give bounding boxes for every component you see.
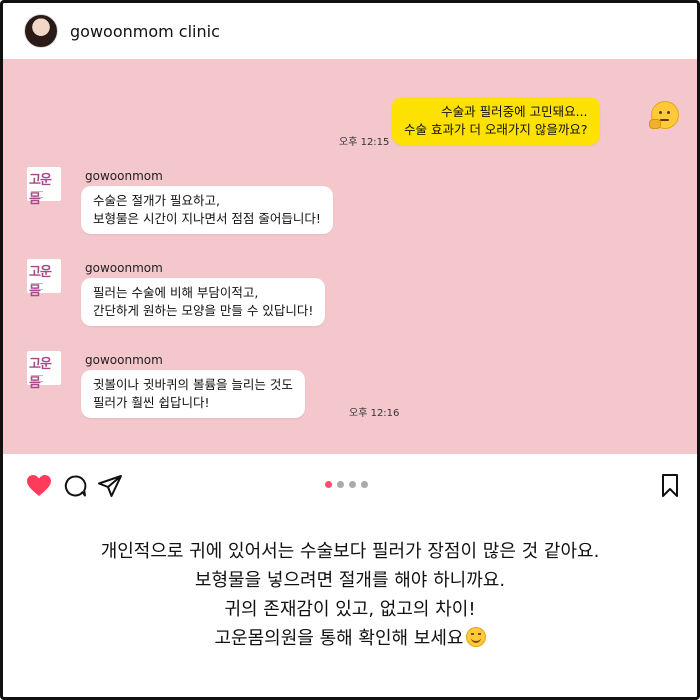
instagram-post: gowoonmom clinic 수술과 필러중에 고민돼요... 수술 효과가… [0, 0, 700, 700]
message-line: 귓볼이나 귓바퀴의 볼륨을 늘리는 것도 [93, 377, 293, 392]
action-bar [3, 454, 697, 516]
incoming-message: 수술은 절개가 필요하고, 보형물은 시간이 지나면서 점점 줄어듭니다! [81, 186, 333, 234]
carousel-dot [349, 481, 356, 488]
caption-line-last: 고운몸의원을 통해 확인해 보세요 [3, 624, 697, 653]
carousel-dot [361, 481, 368, 488]
thinking-face-icon [649, 101, 679, 129]
message-line: 필러가 훨씬 쉽답니다! [93, 395, 210, 410]
message-line: 보형물은 시간이 지나면서 점점 줄어듭니다! [93, 211, 321, 226]
outgoing-line-2: 수술 효과가 더 오래가지 않을까요? [404, 122, 588, 137]
account-name[interactable]: gowoonmom clinic [70, 22, 220, 41]
outgoing-timestamp: 오후 12:15 [339, 137, 390, 148]
post-caption: 개인적으로 귀에 있어서는 수술보다 필러가 장점이 많은 것 같아요. 보형물… [3, 537, 697, 653]
sender-name: gowoonmom [85, 261, 163, 275]
clinic-logo-icon: 고운몸 [27, 167, 61, 207]
caption-line: 고운몸의원을 통해 확인해 보세요 [214, 628, 464, 649]
logo-text: 고운몸 [29, 173, 52, 207]
sender-name: gowoonmom [85, 169, 163, 183]
post-header: gowoonmom clinic [3, 3, 697, 59]
logo-text: 고운몸 [29, 265, 52, 299]
chat-screenshot: 수술과 필러중에 고민돼요... 수술 효과가 더 오래가지 않을까요? 오후 … [3, 59, 697, 454]
heart-icon[interactable] [26, 474, 52, 498]
message-line: 간단하게 원하는 모양을 만들 수 있답니다! [93, 303, 314, 318]
logo-text: 고운몸 [29, 357, 52, 391]
message-line: 수술은 절개가 필요하고, [93, 193, 220, 208]
caption-line: 귀의 존재감이 있고, 없고의 차이! [224, 599, 476, 620]
caption-line: 개인적으로 귀에 있어서는 수술보다 필러가 장점이 많은 것 같아요. [100, 541, 600, 562]
sender-name: gowoonmom [85, 353, 163, 367]
clinic-logo-icon: 고운몸 [27, 259, 61, 299]
carousel-indicator [325, 481, 368, 488]
clinic-logo-icon: 고운몸 [27, 351, 61, 391]
incoming-message: 귓볼이나 귓바퀴의 볼륨을 늘리는 것도 필러가 훨씬 쉽답니다! [81, 370, 305, 418]
comment-icon[interactable] [63, 474, 87, 498]
caption-line: 보형물을 넣으려면 절개를 해야 하니까요. [194, 570, 506, 591]
carousel-dot [337, 481, 344, 488]
carousel-dot [325, 481, 332, 488]
share-icon[interactable] [97, 474, 123, 498]
outgoing-message: 수술과 필러중에 고민돼요... 수술 효과가 더 오래가지 않을까요? [392, 97, 600, 145]
incoming-timestamp: 오후 12:16 [349, 408, 400, 419]
incoming-message: 필러는 수술에 비해 부담이적고, 간단하게 원하는 모양을 만들 수 있답니다… [81, 278, 326, 326]
outgoing-line-1: 수술과 필러중에 고민돼요... [441, 104, 588, 119]
profile-avatar[interactable] [24, 14, 58, 48]
bookmark-icon[interactable] [661, 474, 679, 498]
smiling-face-icon [465, 627, 486, 647]
message-line: 필러는 수술에 비해 부담이적고, [93, 285, 259, 300]
